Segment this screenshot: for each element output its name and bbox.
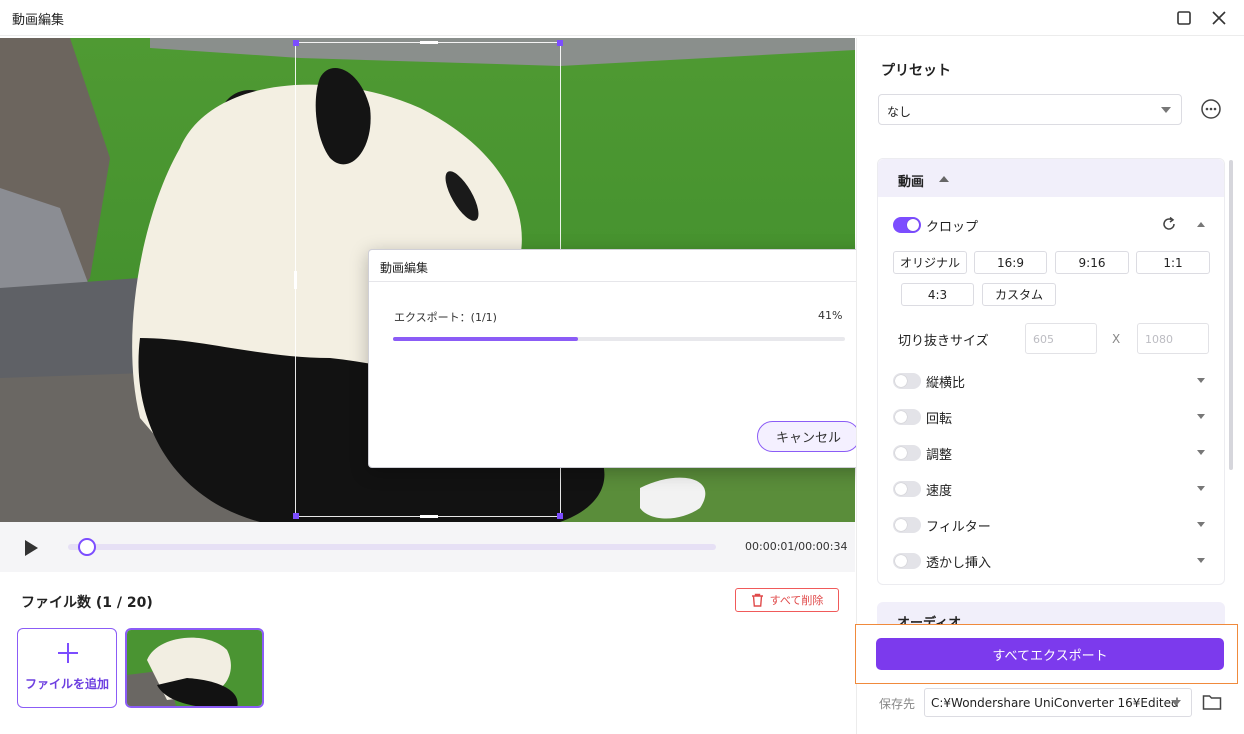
chevron-down-icon[interactable] — [1197, 522, 1205, 527]
add-file-button[interactable]: ファイルを追加 — [17, 628, 117, 708]
save-path-value: C:¥Wondershare UniConverter 16¥Edited — [931, 696, 1179, 710]
delete-all-button[interactable]: すべて削除 — [735, 588, 839, 612]
ratio-original-button[interactable]: オリジナル — [893, 251, 967, 274]
preset-value: なし — [887, 105, 912, 119]
dialog-header: 動画編集 — [369, 250, 874, 282]
crop-handle-top-right[interactable] — [557, 40, 563, 46]
video-settings-card: 動画 クロップ オリジナル 16:9 9:16 1:1 4:3 カスタム 切り抜… — [877, 158, 1225, 585]
export-all-label: すべてエクスポート — [992, 648, 1108, 664]
maximize-icon — [1177, 11, 1191, 25]
video-section-header[interactable]: 動画 — [878, 159, 1224, 197]
size-separator: X — [1112, 332, 1121, 346]
folder-icon[interactable] — [1202, 693, 1222, 711]
filter-toggle[interactable] — [893, 517, 921, 533]
crop-width-input[interactable]: 605 — [1025, 323, 1097, 354]
export-progress-fill — [393, 337, 579, 341]
play-icon[interactable] — [22, 539, 40, 557]
crop-height-placeholder: 1080 — [1145, 333, 1173, 346]
cancel-label: キャンセル — [775, 431, 841, 446]
preset-title: プリセット — [881, 63, 951, 79]
crop-collapse-icon[interactable] — [1197, 222, 1205, 227]
chevron-down-icon[interactable] — [1197, 378, 1205, 383]
close-button[interactable] — [1207, 6, 1231, 30]
crop-width-placeholder: 605 — [1033, 333, 1054, 346]
title-bar: 動画編集 — [0, 0, 1244, 36]
maximize-button[interactable] — [1172, 6, 1196, 30]
ratio-4-3-button[interactable]: 4:3 — [901, 283, 974, 306]
save-to-label: 保存先 — [879, 697, 916, 711]
ratio-custom-button[interactable]: カスタム — [982, 283, 1056, 306]
close-icon — [1212, 11, 1226, 25]
save-path-dropdown[interactable]: C:¥Wondershare UniConverter 16¥Edited — [924, 688, 1192, 717]
watermark-label: 透かし挿入 — [926, 556, 992, 571]
ratio-label: 4:3 — [927, 287, 948, 302]
dialog-title: 動画編集 — [380, 261, 429, 275]
speed-toggle[interactable] — [893, 481, 921, 497]
seek-bar[interactable] — [68, 544, 716, 550]
ratio-label: オリジナル — [899, 256, 960, 270]
chevron-down-icon — [1161, 107, 1171, 113]
adjust-label: 調整 — [926, 448, 953, 463]
trash-icon — [751, 593, 763, 607]
crop-handle-bottom-left[interactable] — [293, 513, 299, 519]
export-progress-percent: 41% — [818, 309, 843, 322]
ratio-label: 1:1 — [1163, 255, 1183, 270]
crop-label: クロップ — [926, 220, 979, 235]
file-count: ファイル数 (1 / 20) — [21, 595, 153, 611]
player-controls: 00:00:01/00:00:34 — [0, 522, 855, 572]
panel-scrollbar[interactable] — [1229, 160, 1233, 470]
more-options-icon[interactable] — [1200, 98, 1222, 120]
cancel-button[interactable]: キャンセル — [757, 421, 860, 452]
crop-handle-top-left[interactable] — [293, 40, 299, 46]
export-progress-dialog: 動画編集 エクスポート：(1/1) 41% キャンセル — [368, 249, 875, 468]
file-thumbnail[interactable] — [125, 628, 264, 708]
plus-icon — [58, 643, 78, 663]
ratio-16-9-button[interactable]: 16:9 — [974, 251, 1047, 274]
watermark-toggle[interactable] — [893, 553, 921, 569]
aspect-ratio-toggle[interactable] — [893, 373, 921, 389]
ratio-label: 16:9 — [997, 255, 1024, 270]
export-progress-label: エクスポート：(1/1) — [394, 311, 497, 324]
adjust-toggle[interactable] — [893, 445, 921, 461]
crop-handle-bottom-right[interactable] — [557, 513, 563, 519]
rotate-label: 回転 — [926, 412, 953, 427]
filter-label: フィルター — [926, 520, 991, 535]
thumbnail-image — [127, 630, 262, 706]
crop-handle-bottom[interactable] — [420, 515, 438, 518]
ratio-label: 9:16 — [1078, 255, 1106, 270]
chevron-up-icon — [939, 176, 949, 182]
add-file-label: ファイルを追加 — [24, 677, 109, 691]
aspect-ratio-label: 縦横比 — [926, 376, 966, 391]
chevron-down-icon[interactable] — [1197, 558, 1205, 563]
chevron-down-icon[interactable] — [1197, 450, 1205, 455]
preset-dropdown[interactable]: なし — [878, 94, 1182, 125]
timecode: 00:00:01/00:00:34 — [745, 540, 848, 553]
reset-icon[interactable] — [1161, 216, 1177, 232]
video-section-label: 動画 — [898, 175, 925, 190]
seek-knob[interactable] — [78, 538, 97, 556]
chevron-down-icon — [1171, 700, 1181, 706]
crop-toggle[interactable] — [893, 217, 921, 233]
crop-height-input[interactable]: 1080 — [1137, 323, 1209, 354]
chevron-down-icon[interactable] — [1197, 486, 1205, 491]
ratio-9-16-button[interactable]: 9:16 — [1055, 251, 1129, 274]
ratio-label: カスタム — [994, 288, 1043, 302]
export-all-button[interactable]: すべてエクスポート — [876, 638, 1224, 670]
export-progress-bar — [393, 337, 845, 341]
window-title: 動画編集 — [12, 13, 65, 28]
ratio-1-1-button[interactable]: 1:1 — [1136, 251, 1210, 274]
delete-all-label: すべて削除 — [769, 594, 824, 607]
chevron-down-icon[interactable] — [1197, 414, 1205, 419]
crop-handle-left[interactable] — [294, 271, 297, 289]
speed-label: 速度 — [926, 484, 953, 499]
crop-size-label: 切り抜きサイズ — [898, 334, 989, 349]
rotate-toggle[interactable] — [893, 409, 921, 425]
crop-handle-top[interactable] — [420, 41, 438, 44]
